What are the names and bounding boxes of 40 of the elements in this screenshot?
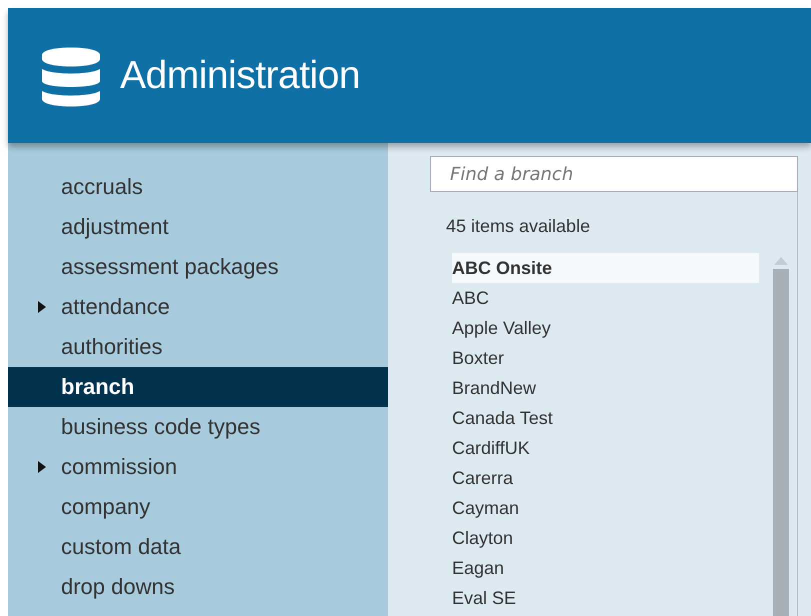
- sidebar-item[interactable]: branch: [8, 367, 388, 407]
- list-item[interactable]: Boxter: [452, 343, 759, 373]
- list-item[interactable]: Carerra: [452, 463, 759, 493]
- list-item[interactable]: BrandNew: [452, 373, 759, 403]
- list-item[interactable]: ABC: [452, 283, 759, 313]
- scrollbar-thumb[interactable]: [773, 269, 789, 616]
- sidebar-item-label: business code types: [61, 414, 260, 440]
- list-item[interactable]: Apple Valley: [452, 313, 759, 343]
- list-item[interactable]: CardiffUK: [452, 433, 759, 463]
- sidebar-item[interactable]: company: [8, 487, 388, 527]
- sidebar-item-label: attendance: [61, 294, 170, 320]
- sidebar-item-label: authorities: [61, 334, 163, 360]
- sidebar-item-label: accruals: [61, 174, 143, 200]
- sidebar-item-label: branch: [61, 374, 134, 400]
- sidebar-item-label: assessment packages: [61, 254, 279, 280]
- sidebar-item[interactable]: commission: [8, 447, 388, 487]
- sidebar-item-label: custom data: [61, 534, 181, 560]
- list-item[interactable]: Eval SE: [452, 583, 759, 613]
- page-title: Administration: [120, 54, 360, 98]
- sidebar-item-label: company: [61, 494, 150, 520]
- sidebar-item-label: commission: [61, 454, 178, 480]
- search-field[interactable]: Find a branch: [430, 156, 798, 192]
- sidebar-item[interactable]: assessment packages: [8, 247, 388, 287]
- sidebar-item[interactable]: business code types: [8, 407, 388, 447]
- sidebar-item[interactable]: attendance: [8, 287, 388, 327]
- sidebar-item-label: drop downs: [61, 574, 175, 600]
- list-item[interactable]: Eagan: [452, 553, 759, 583]
- sidebar-item-label: adjustment: [61, 214, 169, 240]
- sidebar-item[interactable]: authorities: [8, 327, 388, 367]
- sidebar-item[interactable]: custom data: [8, 527, 388, 567]
- list-item[interactable]: Cayman: [452, 493, 759, 523]
- list-item[interactable]: ABC Onsite: [452, 253, 759, 283]
- expand-arrow-icon[interactable]: [38, 461, 46, 473]
- sidebar-item[interactable]: adjustment: [8, 207, 388, 247]
- item-count: 45 items available: [446, 216, 592, 237]
- sidebar-item[interactable]: drop downs: [8, 567, 388, 607]
- sidebar-item[interactable]: accruals: [8, 167, 388, 207]
- list-item[interactable]: Clayton: [452, 523, 759, 553]
- expand-arrow-icon[interactable]: [38, 301, 46, 313]
- list-item[interactable]: Canada Test: [452, 403, 759, 433]
